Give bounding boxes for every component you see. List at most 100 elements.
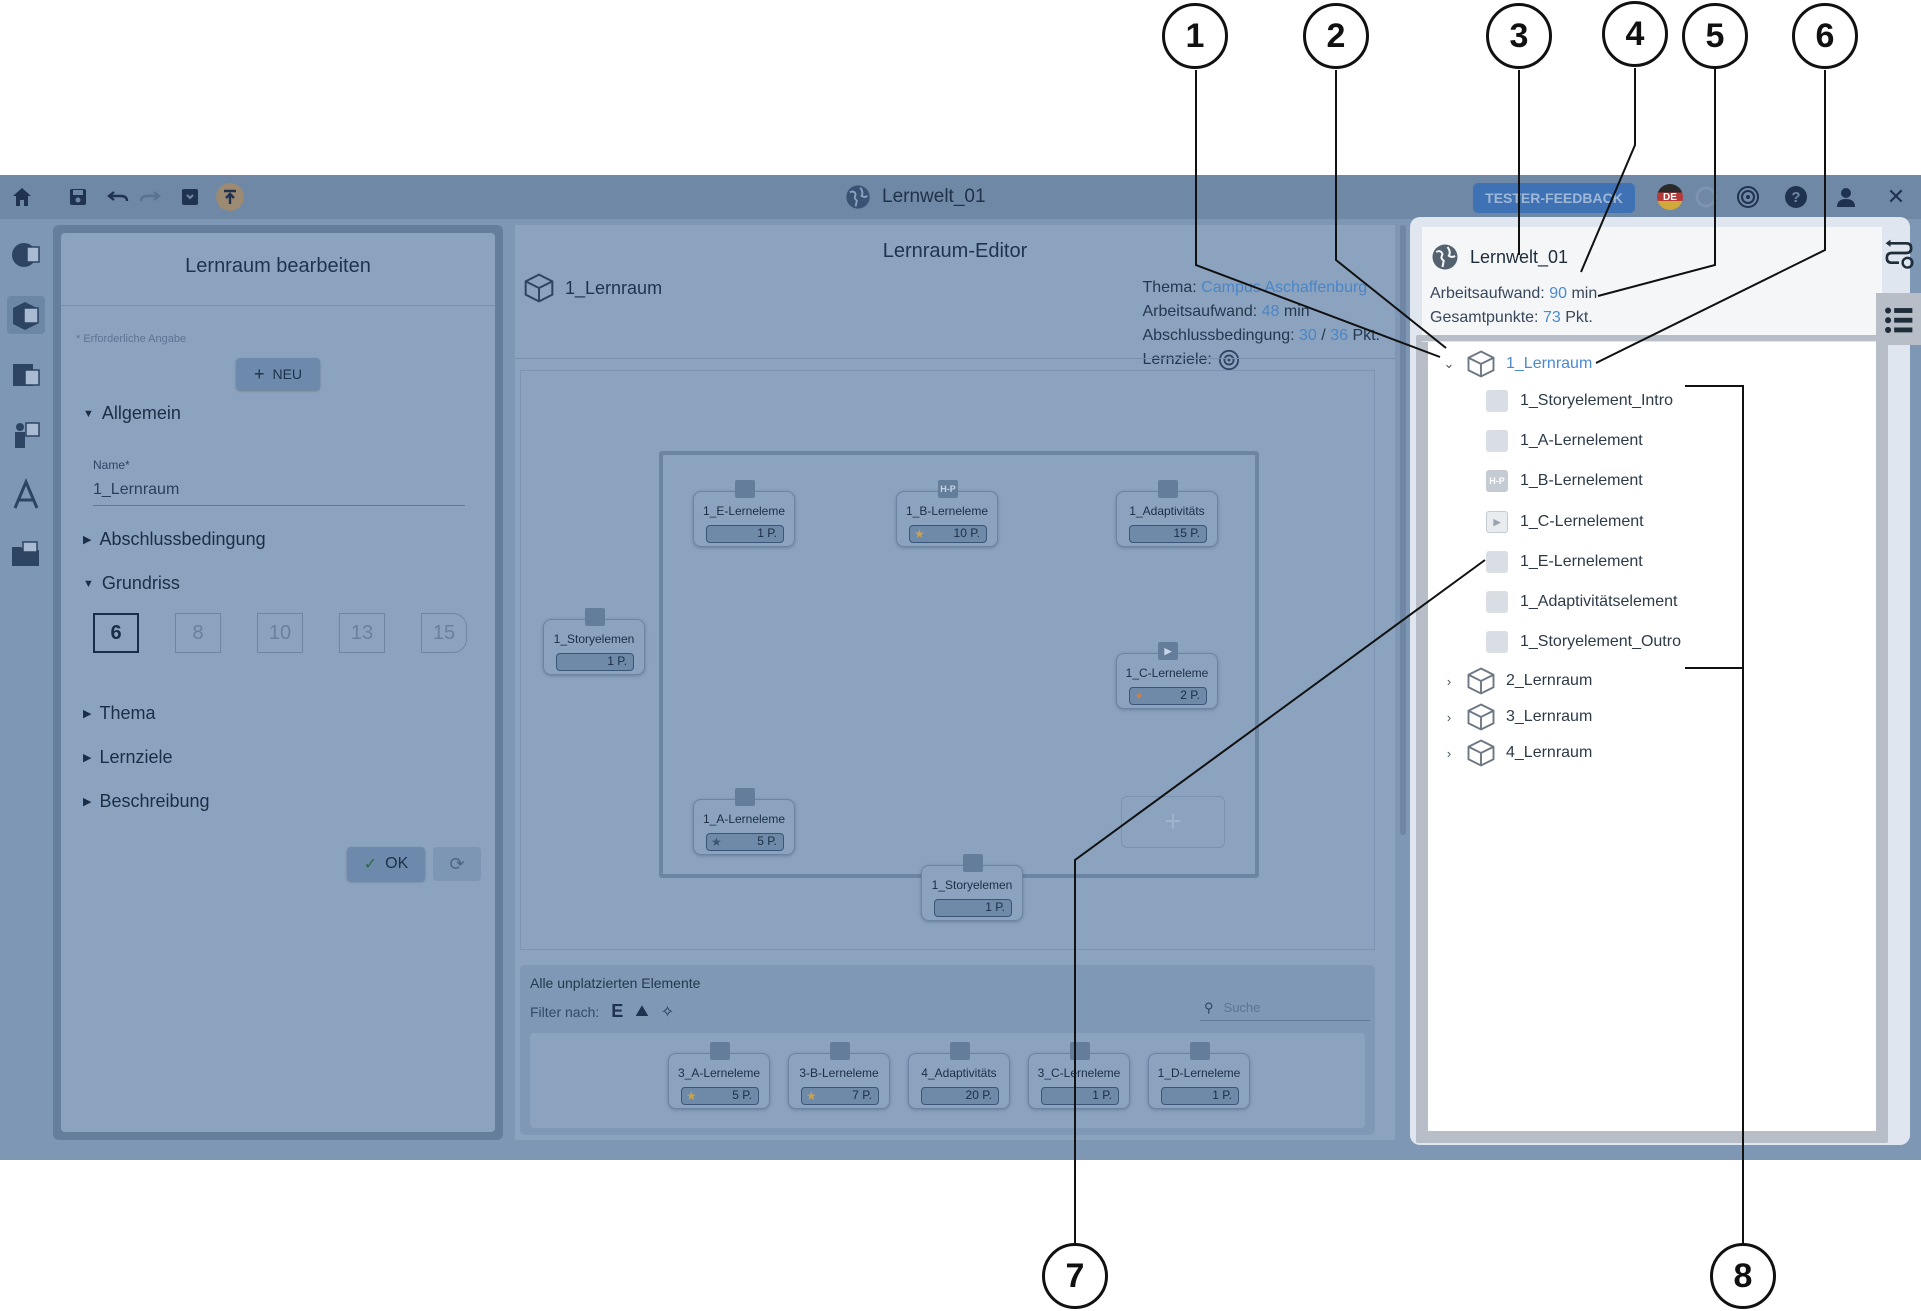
learning-goals-icon[interactable]: [1734, 183, 1762, 211]
tree-element[interactable]: 1_E-Lernelement: [1486, 547, 1643, 577]
story-menu-icon[interactable]: [7, 416, 45, 454]
story-icon: [585, 608, 605, 626]
placed-element[interactable]: 1_E-Lerneleme 1 P.: [693, 480, 795, 547]
section-theme[interactable]: ▶ Thema: [83, 703, 156, 724]
tree-room-3[interactable]: › 3_Lernraum: [1442, 700, 1592, 734]
side-tabs: [1876, 227, 1921, 347]
element-menu-icon[interactable]: [7, 356, 45, 394]
unplaced-title: Alle unplatzierten Elemente: [530, 975, 701, 991]
chevron-right-icon[interactable]: ›: [1442, 746, 1456, 761]
feedback-button[interactable]: TESTER-FEEDBACK: [1473, 183, 1635, 213]
search-field[interactable]: ⚲ Suche: [1200, 995, 1370, 1021]
new-button-label: NEU: [272, 366, 303, 382]
world-menu-icon[interactable]: [7, 236, 45, 274]
element-name: 1_A-Lerneleme: [702, 812, 786, 826]
close-icon[interactable]: ✕: [1882, 183, 1910, 211]
section-completion[interactable]: ▶ Abschlussbedingung: [83, 529, 266, 550]
floorplan-10[interactable]: 10: [257, 613, 303, 653]
folder-menu-icon[interactable]: [7, 536, 45, 574]
tree-element[interactable]: 1_Adaptivitätselement: [1486, 587, 1677, 617]
space-icon: [524, 273, 554, 303]
section-floorplan[interactable]: ▼ Grundriss: [83, 573, 180, 594]
text-icon: [735, 788, 755, 806]
unplaced-element[interactable]: 3-B-Lerneleme ★ 7 P.: [788, 1042, 890, 1109]
language-flag-icon[interactable]: DE: [1657, 184, 1683, 210]
tree-element-label: 1_Storyelement_Outro: [1520, 633, 1681, 650]
upload-icon[interactable]: [216, 183, 244, 211]
tree-element[interactable]: ▶ 1_C-Lernelement: [1486, 507, 1644, 537]
element-name: 3_A-Lerneleme: [677, 1066, 761, 1080]
download-icon[interactable]: [176, 183, 204, 211]
placed-element[interactable]: 1_Storyelemen 1 P.: [543, 608, 645, 675]
tree-element[interactable]: 1_Storyelement_Intro: [1486, 386, 1673, 416]
floorplan-6[interactable]: 6: [93, 613, 139, 653]
adaptivity-menu-icon[interactable]: [7, 476, 45, 514]
new-button[interactable]: + NEU: [236, 358, 320, 390]
h5p-icon: H-P: [1486, 470, 1508, 492]
section-description-label: Beschreibung: [99, 791, 210, 811]
reset-button[interactable]: ⟳: [433, 847, 481, 881]
space-menu-icon[interactable]: [7, 296, 45, 334]
story-icon: [1486, 390, 1508, 412]
placed-element[interactable]: 1_Storyelemen 1 P.: [921, 854, 1023, 921]
adaptivity-icon: [950, 1042, 970, 1060]
chevron-right-icon[interactable]: ›: [1442, 710, 1456, 725]
placed-element[interactable]: 1_A-Lerneleme ★ 5 P.: [693, 788, 795, 855]
section-general[interactable]: ▼ Allgemein: [83, 403, 181, 424]
unplaced-element[interactable]: 1_D-Lerneleme 1 P.: [1148, 1042, 1250, 1109]
globe-icon: [1432, 244, 1458, 270]
filter-adaptivity-icon[interactable]: ✧: [661, 1002, 674, 1022]
outline-tab-icon[interactable]: [1876, 293, 1921, 345]
save-icon[interactable]: [64, 183, 92, 211]
room-completion-unit: Pkt.: [1352, 327, 1380, 344]
unplaced-element[interactable]: 4_Adaptivitäts 20 P.: [908, 1042, 1010, 1109]
section-goals[interactable]: ▶ Lernziele: [83, 747, 173, 768]
element-points: 20 P.: [921, 1087, 999, 1105]
help-icon[interactable]: ?: [1782, 183, 1810, 211]
room-workload-label: Arbeitsaufwand:: [1142, 303, 1258, 320]
search-icon: ⚲: [1204, 999, 1214, 1015]
editor-scrollbar[interactable]: [1400, 225, 1406, 835]
ok-button[interactable]: ✓ OK: [347, 847, 425, 881]
tree-element[interactable]: H-P 1_B-Lernelement: [1486, 466, 1643, 496]
name-field[interactable]: 1_Lernraum: [93, 478, 465, 506]
placed-element[interactable]: ▶ 1_C-Lerneleme ✦ 2 P.: [1116, 642, 1218, 709]
learning-path-tab-icon[interactable]: [1876, 227, 1921, 279]
tree-room-4[interactable]: › 4_Lernraum: [1442, 736, 1592, 770]
text-icon: [830, 1042, 850, 1060]
section-goals-label: Lernziele: [99, 747, 173, 767]
redo-icon[interactable]: [136, 183, 164, 211]
room-completion-separator: /: [1321, 327, 1326, 344]
floorplan-13[interactable]: 13: [339, 613, 385, 653]
chevron-down-icon[interactable]: ⌄: [1442, 356, 1456, 372]
tree-element[interactable]: 1_Storyelement_Outro: [1486, 627, 1681, 657]
chevron-right-icon[interactable]: ›: [1442, 674, 1456, 689]
divider: [61, 305, 495, 306]
user-icon[interactable]: [1832, 183, 1860, 211]
placed-element[interactable]: H-P 1_B-Lerneleme ★ 10 P.: [896, 480, 998, 547]
element-name: 3_C-Lerneleme: [1037, 1066, 1121, 1080]
unplaced-element[interactable]: 3_A-Lerneleme ★ 5 P.: [668, 1042, 770, 1109]
element-points-box: ★ 5 P.: [681, 1087, 759, 1105]
outline-workload-value: 90: [1549, 285, 1567, 302]
outline-world-title: Lernwelt_01: [1430, 242, 1568, 272]
floorplan-15[interactable]: 15: [421, 613, 467, 653]
section-description[interactable]: ▶ Beschreibung: [83, 791, 210, 812]
filter-e-button[interactable]: E: [611, 1001, 623, 1022]
caret-right-icon: ▶: [83, 796, 92, 808]
element-points: 5 P.: [757, 834, 777, 848]
unplaced-element[interactable]: 3_C-Lerneleme 1 P.: [1028, 1042, 1130, 1109]
add-element-slot[interactable]: +: [1121, 796, 1225, 848]
floorplan-8[interactable]: 8: [175, 613, 221, 653]
filter-story-icon[interactable]: ⛰: [635, 1003, 648, 1021]
text-icon: [1486, 430, 1508, 452]
room-canvas[interactable]: + 1_E-Lerneleme 1 P. H-P 1_B-Lerneleme ★…: [520, 370, 1375, 950]
undo-icon[interactable]: [104, 183, 132, 211]
tree-element[interactable]: 1_A-Lernelement: [1486, 426, 1643, 456]
target-icon[interactable]: [1218, 349, 1240, 371]
element-name: 1_Storyelemen: [553, 632, 635, 646]
tree-room-1[interactable]: ⌄ 1_Lernraum: [1442, 347, 1592, 381]
placed-element[interactable]: 1_Adaptivitäts 15 P.: [1116, 480, 1218, 547]
tree-room-2[interactable]: › 2_Lernraum: [1442, 664, 1592, 698]
home-icon[interactable]: [8, 183, 36, 211]
